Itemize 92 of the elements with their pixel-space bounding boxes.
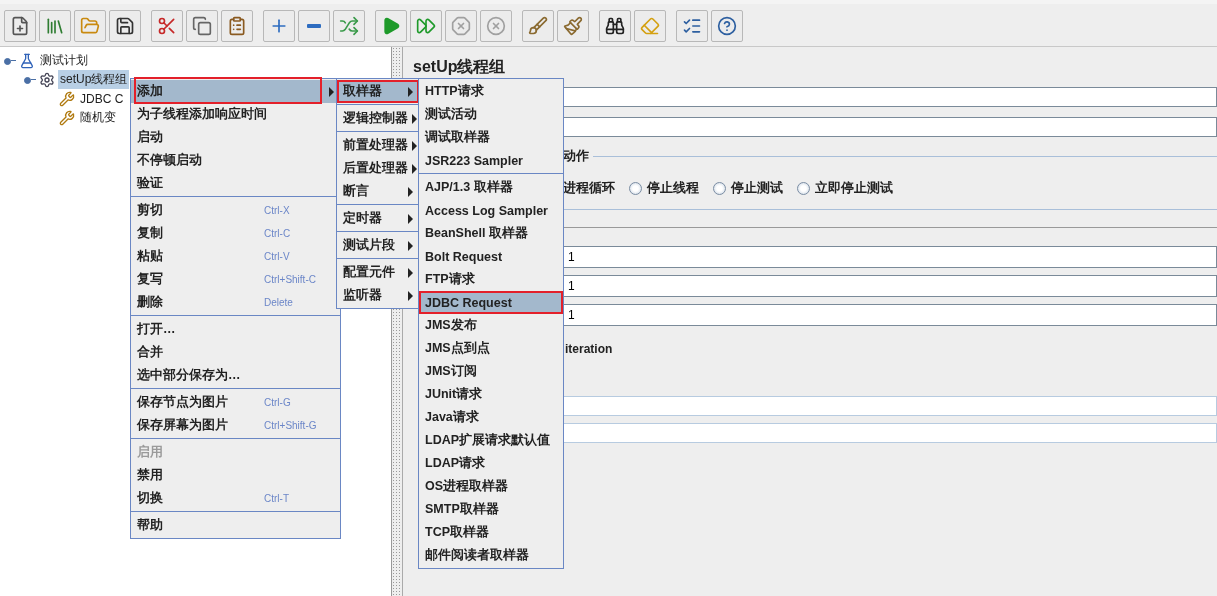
menu-item[interactable]: HTTP请求 (419, 80, 563, 103)
menu-item[interactable]: 删除 Delete (131, 291, 340, 314)
play-icon (381, 16, 401, 36)
menu-item[interactable]: 打开… (131, 318, 340, 341)
fast-forward-icon (416, 16, 436, 36)
gear-icon (39, 71, 55, 88)
menu-item[interactable]: 粘贴 Ctrl-V (131, 245, 340, 268)
submenu-arrow-icon (408, 186, 413, 197)
clipboard-icon (227, 16, 247, 36)
menu-item[interactable]: LDAP请求 (419, 452, 563, 475)
menu-item[interactable]: 验证 (131, 172, 340, 195)
menu-item[interactable]: LDAP扩展请求默认值 (419, 429, 563, 452)
menu-item[interactable]: Access Log Sampler (419, 199, 563, 222)
radio-button[interactable] (713, 181, 726, 195)
menu-item[interactable]: 测试活动 (419, 103, 563, 126)
menu-item[interactable]: 监听器 (337, 284, 419, 307)
radio-button[interactable] (629, 181, 642, 195)
brush-icon (528, 16, 548, 36)
wrench-icon (59, 90, 75, 107)
menu-item[interactable]: 调试取样器 (419, 126, 563, 149)
shuffle-icon (339, 16, 359, 36)
menu-item[interactable]: 禁用 (131, 464, 340, 487)
radio-option[interactable]: 立即停止测试 (797, 179, 893, 197)
folder-icon (80, 16, 100, 36)
tree-item[interactable]: 测试计划 (38, 51, 90, 70)
toolbar-button[interactable] (109, 10, 141, 42)
menu-item[interactable]: 邮件阅读者取样器 (419, 544, 563, 567)
menu-item[interactable]: 为子线程添加响应时间 (131, 103, 340, 126)
menu-item[interactable]: JSR223 Sampler (419, 149, 563, 172)
minus-icon (307, 24, 321, 28)
radio-button[interactable] (797, 181, 810, 195)
stop-sign-icon (451, 16, 471, 36)
toolbar-button[interactable] (4, 10, 36, 42)
text-field[interactable] (563, 396, 1217, 416)
tree-item[interactable]: setUp线程组 (58, 70, 130, 89)
menu-item[interactable]: FTP请求 (419, 268, 563, 291)
menu-item[interactable]: 不停顿启动 (131, 149, 340, 172)
menu-item[interactable]: JDBC Request (419, 291, 563, 314)
flask-icon (19, 52, 35, 69)
checklist-icon (682, 16, 702, 36)
section-heading: 动作 (563, 147, 589, 165)
binoculars-icon (605, 16, 625, 36)
menu-item[interactable]: AJP/1.3 取样器 (419, 176, 563, 199)
toolbar-button[interactable] (599, 10, 631, 42)
x-circle-icon (486, 16, 506, 36)
menu-item[interactable]: 复写 Ctrl+Shift-C (131, 268, 340, 291)
menu-item[interactable]: 保存屏幕为图片 Ctrl+Shift-G (131, 414, 340, 437)
menu-item[interactable]: OS进程取样器 (419, 475, 563, 498)
menu-item[interactable]: 测试片段 (337, 234, 419, 257)
submenu-arrow-icon (408, 290, 413, 301)
radio-label: 进程循环 (563, 179, 615, 197)
brush-icon (563, 16, 583, 36)
menu-item[interactable]: 选中部分保存为… (131, 364, 340, 387)
eraser-icon (640, 16, 660, 36)
panel-title: setUp线程组 (413, 57, 507, 77)
menu-item[interactable]: 切换 Ctrl-T (131, 487, 340, 510)
number-field[interactable]: 1 (563, 275, 1217, 297)
menu-item[interactable]: 断言 (337, 180, 419, 203)
menu-item[interactable]: 启动 (131, 126, 340, 149)
menu-item[interactable]: Java请求 (419, 406, 563, 429)
number-field[interactable]: 1 (563, 246, 1217, 268)
text-field[interactable] (563, 423, 1217, 443)
submenu-arrow-icon (408, 240, 413, 251)
number-field[interactable]: 1 (563, 304, 1217, 326)
menu-item[interactable]: SMTP取样器 (419, 498, 563, 521)
menu-item[interactable]: JMS点到点 (419, 337, 563, 360)
radio-option[interactable]: 停止线程 (629, 179, 699, 197)
tree-item[interactable]: JDBC C (78, 90, 126, 107)
help-icon (717, 16, 737, 36)
iteration-label: iteration (565, 342, 613, 358)
submenu-arrow-icon (408, 213, 413, 224)
menu-item[interactable]: 剪切 Ctrl-X (131, 199, 340, 222)
menu-item[interactable]: Bolt Request (419, 245, 563, 268)
menu-item[interactable]: 合并 (131, 341, 340, 364)
radio-option[interactable]: 停止测试 (713, 179, 783, 197)
menu-item[interactable]: JUnit请求 (419, 383, 563, 406)
tree-item[interactable]: 随机变 (78, 108, 118, 127)
books-icon (45, 16, 65, 36)
menu-item[interactable]: 帮助 (131, 514, 340, 537)
menu-item[interactable]: 定时器 (337, 207, 419, 230)
wrench-icon (59, 109, 75, 126)
menu-item[interactable]: 复制 Ctrl-C (131, 222, 340, 245)
menu-item[interactable]: 保存节点为图片 Ctrl-G (131, 391, 340, 414)
menu-item[interactable]: 配置元件 (337, 261, 419, 284)
menu-item[interactable]: JMS订阅 (419, 360, 563, 383)
file-plus-icon (10, 16, 30, 36)
submenu-arrow-icon (408, 267, 413, 278)
scissors-icon (157, 16, 177, 36)
copy-icon (192, 16, 212, 36)
menu-item[interactable]: JMS发布 (419, 314, 563, 337)
menu-item[interactable]: BeanShell 取样器 (419, 222, 563, 245)
menu-item[interactable]: TCP取样器 (419, 521, 563, 544)
